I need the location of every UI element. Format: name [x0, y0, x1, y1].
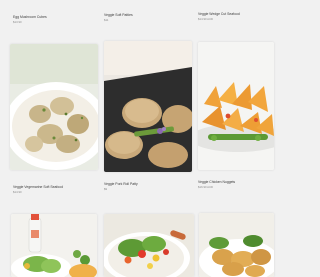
product-grid: Egg Mushroom Cubes $13.90 Veggie Soft Pa…	[0, 0, 274, 277]
product-image-sauce-salad[interactable]	[11, 214, 97, 277]
product-image-chicken-bowl[interactable]	[10, 44, 98, 170]
product-image-veggie-patties[interactable]	[104, 41, 192, 172]
product-image-colorful-salad[interactable]	[104, 214, 194, 277]
product-price: $14.90	[13, 190, 22, 194]
product-title[interactable]: Veggie Chicken Nuggets	[198, 180, 235, 184]
product-title[interactable]: Egg Mushroom Cubes	[13, 15, 47, 19]
product-price: $9	[104, 187, 108, 191]
product-title[interactable]: Veggie Pork Roll Patty	[104, 182, 138, 186]
product-price: $16.90 AUD	[198, 185, 214, 189]
product-title[interactable]: Veggie Soft Patties	[104, 13, 133, 17]
product-image-nuggets[interactable]	[199, 213, 274, 277]
product-title[interactable]: Veggie Wedge Cut Seafood	[198, 12, 240, 16]
product-price: $13.90	[13, 20, 22, 24]
product-price: $11	[104, 18, 109, 22]
product-image-potato-wedges[interactable]	[198, 42, 274, 170]
product-price: $14.90 AUD	[198, 17, 214, 21]
product-title[interactable]: Veggie Vegemarine Soft Seafood	[13, 185, 63, 189]
